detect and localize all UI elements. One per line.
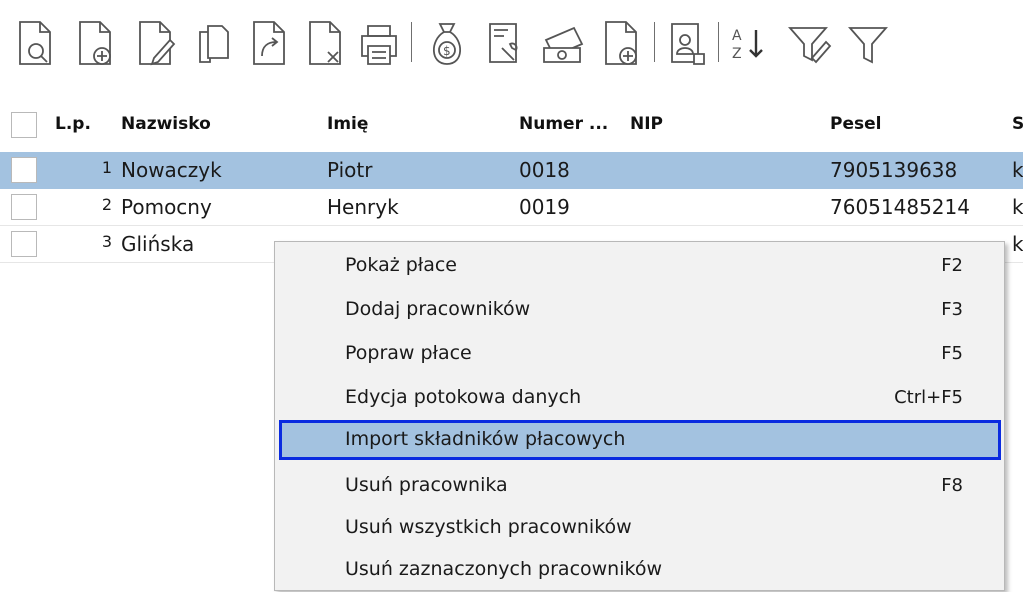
menu-item-label: Pokaż płace bbox=[345, 254, 457, 276]
menu-item-popraw-place[interactable]: Popraw płace F5 bbox=[279, 334, 1001, 374]
document-person-icon[interactable] bbox=[664, 18, 710, 68]
menu-item-shortcut: F3 bbox=[941, 299, 963, 320]
menu-item-label: Import składników płacowych bbox=[345, 428, 626, 450]
cell-lp: 3 bbox=[101, 232, 112, 251]
menu-item-label: Usuń zaznaczonych pracowników bbox=[345, 558, 662, 580]
document-search-icon[interactable] bbox=[12, 18, 58, 68]
menu-item-shortcut: F2 bbox=[941, 255, 963, 276]
column-header-nip[interactable]: NIP bbox=[630, 114, 663, 134]
cell-s: k bbox=[1012, 195, 1023, 219]
cell-nazwisko: Nowaczyk bbox=[121, 158, 222, 182]
document-add-icon[interactable] bbox=[72, 18, 118, 68]
column-header-s[interactable]: S bbox=[1012, 114, 1023, 134]
column-header-lp[interactable]: L.p. bbox=[55, 114, 91, 134]
money-stack-icon[interactable] bbox=[540, 18, 586, 68]
toolbar: $ A Z bbox=[0, 0, 1023, 95]
menu-item-label: Edycja potokowa danych bbox=[345, 386, 582, 408]
document-delete-icon[interactable] bbox=[302, 18, 348, 68]
row-checkbox[interactable] bbox=[11, 194, 37, 220]
cell-lp: 1 bbox=[101, 158, 112, 177]
toolbar-separator bbox=[654, 22, 655, 62]
document-add-alt-icon[interactable] bbox=[598, 18, 644, 68]
cell-s: k bbox=[1012, 232, 1023, 256]
menu-item-label: Popraw płace bbox=[345, 342, 472, 364]
document-export-icon[interactable] bbox=[246, 18, 292, 68]
menu-item-label: Usuń wszystkich pracowników bbox=[345, 516, 632, 538]
menu-item-label: Usuń pracownika bbox=[345, 474, 508, 496]
svg-text:A: A bbox=[732, 28, 742, 44]
context-menu: Pokaż płace F2 Dodaj pracowników F3 Popr… bbox=[274, 241, 1005, 591]
cell-lp: 2 bbox=[101, 195, 112, 214]
document-edit-icon[interactable] bbox=[132, 18, 178, 68]
cell-imie: Piotr bbox=[327, 158, 373, 182]
document-tools-icon[interactable] bbox=[482, 18, 528, 68]
menu-item-usun-wszystkich[interactable]: Usuń wszystkich pracowników bbox=[279, 508, 1001, 548]
select-all-checkbox[interactable] bbox=[11, 112, 37, 138]
cell-pesel: 7905139638 bbox=[830, 158, 958, 182]
documents-copy-icon[interactable] bbox=[190, 18, 236, 68]
table-row[interactable]: 1 Nowaczyk Piotr 0018 7905139638 k bbox=[0, 152, 1023, 189]
row-checkbox[interactable] bbox=[11, 231, 37, 257]
menu-item-edycja-potokowa[interactable]: Edycja potokowa danych Ctrl+F5 bbox=[279, 378, 1001, 418]
cell-nazwisko: Pomocny bbox=[121, 195, 212, 219]
toolbar-separator bbox=[411, 22, 412, 62]
menu-item-shortcut: F8 bbox=[941, 475, 963, 496]
column-header-numer[interactable]: Numer ... bbox=[519, 114, 608, 134]
table-header: L.p. Nazwisko Imię Numer ... NIP Pesel S bbox=[0, 100, 1023, 152]
menu-item-shortcut: F5 bbox=[941, 343, 963, 364]
cell-s: k bbox=[1012, 158, 1023, 182]
cell-numer: 0019 bbox=[519, 195, 570, 219]
menu-item-usun-pracownika[interactable]: Usuń pracownika F8 bbox=[279, 466, 1001, 506]
filter-edit-icon[interactable] bbox=[786, 18, 832, 68]
cell-nazwisko: Glińska bbox=[121, 232, 195, 256]
cell-imie: Henryk bbox=[327, 195, 399, 219]
cell-pesel: 76051485214 bbox=[830, 195, 970, 219]
row-checkbox[interactable] bbox=[11, 157, 37, 183]
money-bag-icon[interactable]: $ bbox=[424, 18, 470, 68]
svg-text:$: $ bbox=[443, 44, 451, 58]
menu-item-usun-zaznaczonych[interactable]: Usuń zaznaczonych pracowników bbox=[279, 550, 1001, 590]
sort-az-icon[interactable]: A Z bbox=[726, 18, 772, 68]
column-header-nazwisko[interactable]: Nazwisko bbox=[121, 114, 211, 134]
menu-item-pokaz-place[interactable]: Pokaż płace F2 bbox=[279, 246, 1001, 286]
filter-icon[interactable] bbox=[846, 18, 892, 68]
table-row[interactable]: 2 Pomocny Henryk 0019 76051485214 k bbox=[0, 189, 1023, 226]
cell-numer: 0018 bbox=[519, 158, 570, 182]
menu-item-import-skladnikow[interactable]: Import składników płacowych bbox=[279, 420, 1001, 460]
toolbar-separator bbox=[718, 22, 719, 62]
menu-item-label: Dodaj pracowników bbox=[345, 298, 531, 320]
column-header-pesel[interactable]: Pesel bbox=[830, 114, 881, 134]
menu-item-dodaj-pracownikow[interactable]: Dodaj pracowników F3 bbox=[279, 290, 1001, 330]
printer-icon[interactable] bbox=[356, 18, 402, 68]
svg-text:Z: Z bbox=[732, 46, 742, 62]
column-header-imie[interactable]: Imię bbox=[327, 114, 368, 134]
menu-item-shortcut: Ctrl+F5 bbox=[894, 387, 963, 408]
